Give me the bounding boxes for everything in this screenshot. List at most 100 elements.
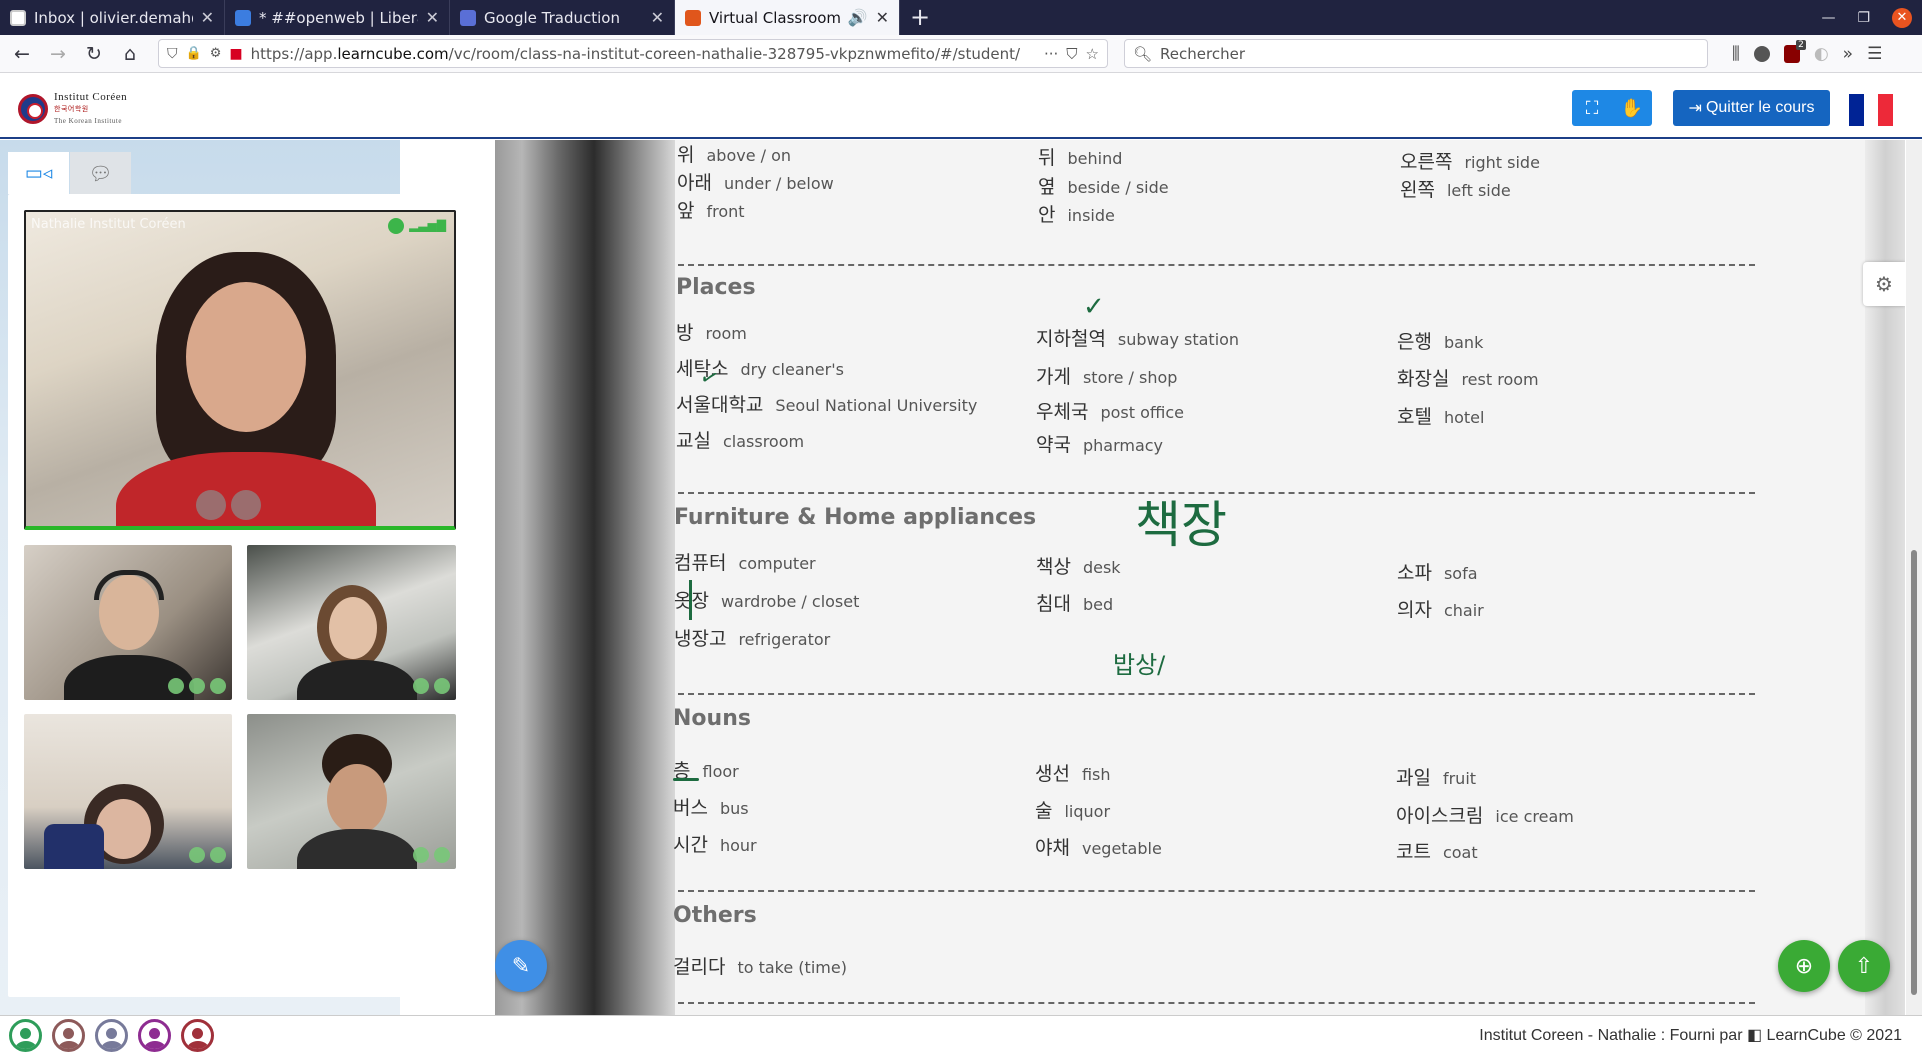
student-body [297,660,417,700]
handwritten-annotation: 책장 [1135,496,1227,554]
participant-avatar[interactable] [181,1019,214,1052]
participant-avatar[interactable] [138,1019,171,1052]
camera-icon[interactable] [189,678,205,694]
section-title-others: Others [673,903,757,928]
microphone-icon[interactable] [196,490,226,520]
quit-course-button[interactable]: ⇥ Quitter le cours [1673,90,1830,126]
teacher-face [186,282,306,432]
vocab-item: 침대 bed [1036,593,1114,615]
restore-icon[interactable]: ❐ [1857,10,1870,26]
ublock-icon[interactable]: 2 [1783,39,1806,63]
vocab-item: 의자 chair [1397,599,1484,621]
search-input[interactable]: 🔍︎ Rechercher [1124,39,1708,68]
vocab-item: 컴퓨터 computer [674,552,816,574]
upload-button[interactable]: ⇧ [1838,940,1890,992]
vocab-item: 위 above / on [677,144,792,166]
divider [678,1002,1755,1004]
vocab-item: 교실 classroom [676,430,805,452]
close-window-icon[interactable]: ✕ [1892,7,1912,28]
tab-google-traduction[interactable]: Google Traduction ✕ [450,0,675,35]
tab-chat[interactable]: 💬︎ [70,152,131,194]
vocab-item: 가게 store / shop [1036,366,1178,388]
student-chair [44,824,104,869]
teacher-video[interactable]: Nathalie Institut Coréen ▂▃▅▇ [24,210,456,530]
student-video-2[interactable] [247,545,456,700]
account-icon[interactable] [1753,45,1770,62]
back-button[interactable]: ← [6,39,38,69]
handwritten-underline [673,778,699,781]
microphone-icon[interactable] [413,847,429,863]
vocab-item: 책상 desk [1036,556,1121,578]
vocab-item: 왼쪽 left side [1400,179,1511,201]
close-tab-icon[interactable]: ✕ [201,8,214,27]
lock-icon[interactable]: 🔒 [186,46,202,61]
page-scrollbar[interactable] [1906,140,1922,1015]
participant-avatar[interactable] [52,1019,85,1052]
logo-subtitle: The Korean Institute [54,117,122,125]
vocab-item: 방 room [676,322,747,344]
url-text[interactable]: https://app.learncube.com/vc/room/class-… [251,45,1036,63]
speaker-icon[interactable]: 🔊 [848,8,868,27]
camera-icon[interactable] [434,847,450,863]
close-tab-icon[interactable]: ✕ [651,8,664,27]
toolbar-icons: ⫼ 2 ◐ » ☰ [1732,39,1882,64]
overflow-menu-icon[interactable]: » [1843,44,1853,64]
camera-sharing-icon[interactable]: ■ [229,46,242,62]
participant-avatar[interactable] [95,1019,128,1052]
microphone-icon[interactable] [189,847,205,863]
settings-gear-icon[interactable]: ⚙ [1863,262,1905,306]
close-tab-icon[interactable]: ✕ [426,8,439,27]
tab-title: Virtual Classroom | Le [709,8,840,27]
extension-icon[interactable]: ◐ [1814,44,1829,64]
tab-openweb[interactable]: * ##openweb | Libera.Ch ✕ [225,0,450,35]
camera-icon[interactable] [210,847,226,863]
forward-button[interactable]: → [42,39,74,69]
microphone-icon[interactable] [413,678,429,694]
whiteboard-document[interactable]: 위 above / on 아래 under / below 앞 front 뒤 behi… [495,140,1905,1015]
handwritten-checkmark-icon: ✓ [1083,292,1105,322]
app-header: Institut Coréen 한국어학원 The Korean Institu… [0,73,1922,139]
raise-hand-icon[interactable]: ✋ [1612,90,1652,126]
french-flag-icon[interactable] [1849,94,1894,126]
search-icon: 🔍︎ [1133,44,1153,63]
pen-icon: ✎ [511,953,531,979]
vocab-item: 아래 under / below [677,172,834,194]
credit-brand[interactable]: LearnCube © 2021 [1767,1027,1902,1044]
pocket-icon[interactable]: ⛉ [1066,45,1077,63]
page-actions-icon[interactable]: ··· [1044,45,1058,63]
screen-share-icon[interactable] [210,678,226,694]
header-button-group: ⛶ ✋ [1572,90,1652,126]
translate-icon [460,9,476,26]
participant-avatar[interactable] [9,1019,42,1052]
minimize-icon[interactable]: — [1821,10,1835,26]
url-bar[interactable]: ⛉ 🔒 ⚙ ■ https://app.learncube.com/vc/roo… [158,39,1108,68]
quit-course-label: Quitter le cours [1705,99,1815,116]
student-video-3[interactable] [24,714,232,869]
permissions-icon[interactable]: ⚙ [210,46,222,61]
tab-video[interactable]: ▭◃ [8,152,69,194]
annotate-pen-button[interactable]: ✎ [495,940,547,992]
credit-text: Institut Coreen - Nathalie : Fourni par [1479,1027,1747,1044]
fullscreen-icon[interactable]: ⛶ [1572,90,1612,126]
student-video-4[interactable] [247,714,456,869]
bookmark-star-icon[interactable]: ☆ [1086,45,1099,63]
handwritten-annotation: 밥상/ [1113,651,1166,679]
shield-icon[interactable]: ⛉ [167,46,178,62]
microphone-icon[interactable] [168,678,184,694]
close-tab-icon[interactable]: ✕ [876,8,889,27]
reload-button[interactable]: ↻ [78,39,110,69]
tab-inbox[interactable]: Inbox | olivier.demah@pr ✕ [0,0,225,35]
library-icon[interactable]: ⫼ [1732,44,1740,64]
vocab-item: 호텔 hotel [1397,406,1485,428]
new-tab-button[interactable]: + [900,0,940,35]
camera-icon[interactable] [434,678,450,694]
add-document-button[interactable]: ⊕ [1778,940,1830,992]
logo-korean: 한국어학원 [54,105,89,113]
scrollbar-thumb[interactable] [1911,550,1917,995]
home-button[interactable]: ⌂ [114,39,146,69]
student-video-1[interactable] [24,545,232,700]
vocab-item: 옆 beside / side [1038,176,1169,198]
hamburger-menu-icon[interactable]: ☰ [1867,44,1882,64]
tab-virtual-classroom[interactable]: Virtual Classroom | Le 🔊 ✕ [675,0,900,35]
camera-icon[interactable] [231,490,261,520]
